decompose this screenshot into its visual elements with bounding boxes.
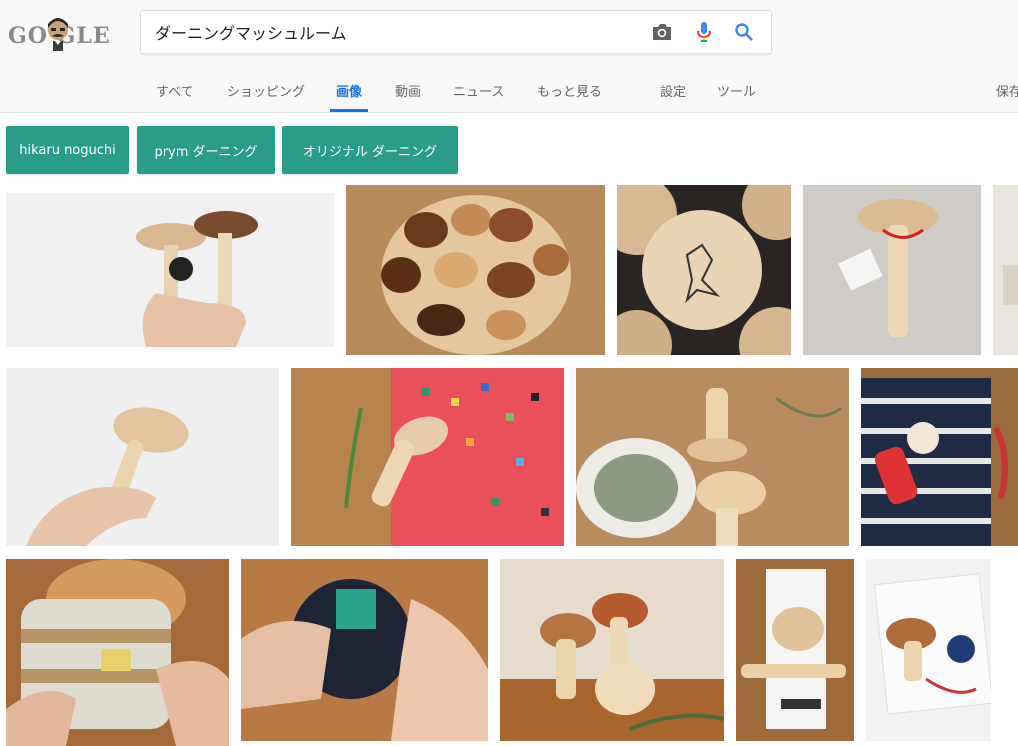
darning-denim-image (241, 559, 488, 741)
doodle-face-icon (48, 18, 68, 51)
tab-tools[interactable]: ツール (717, 70, 756, 112)
stamped-mushroom-top-image (617, 185, 791, 355)
image-result[interactable] (576, 368, 849, 546)
image-result[interactable] (6, 193, 334, 347)
kokeshi-on-striped-sock-image (861, 368, 1018, 546)
tab-shopping[interactable]: ショッピング (227, 70, 305, 112)
mushrooms-held-in-hand-image (6, 193, 334, 347)
google-doodle-logo[interactable]: GO GLE (8, 14, 120, 54)
search-icon[interactable] (733, 21, 755, 43)
chip-original-darning[interactable]: オリジナル ダーニング (282, 126, 458, 174)
image-result[interactable] (291, 368, 564, 546)
tab-news[interactable]: ニュース (453, 70, 504, 112)
tab-images[interactable]: 画像 (329, 70, 369, 112)
image-result[interactable] (993, 185, 1018, 355)
image-result[interactable] (6, 559, 229, 746)
mushroom-with-receipt-image (736, 559, 854, 741)
header: GO GLE すべて ショッピング 画像 動画 ニュース もっと見る 設定 ツ (0, 0, 1018, 113)
image-result[interactable] (6, 368, 279, 546)
image-result[interactable] (346, 185, 605, 355)
partial-image (993, 185, 1018, 355)
search-tabs: すべて ショッピング 画像 動画 ニュース もっと見る 設定 ツール 保存 (0, 70, 1018, 112)
mushroom-with-tag-image (803, 185, 981, 355)
tab-settings[interactable]: 設定 (660, 70, 686, 112)
two-mushrooms-on-table-image (500, 559, 724, 741)
tab-more[interactable]: もっと見る (537, 70, 602, 112)
image-result[interactable] (861, 368, 1018, 546)
darning-striped-sock-image (6, 559, 229, 746)
image-result[interactable] (617, 185, 791, 355)
mushroom-in-hand-image (6, 368, 279, 546)
camera-icon[interactable] (651, 21, 673, 43)
darned-red-fabric-image (291, 368, 564, 546)
image-result[interactable] (500, 559, 724, 741)
chip-hikaru-noguchi[interactable]: hikaru noguchi (6, 126, 129, 174)
image-result[interactable] (803, 185, 981, 355)
search-input[interactable] (155, 11, 625, 53)
tab-videos[interactable]: 動画 (395, 70, 421, 112)
mushroom-with-card-image (866, 559, 991, 741)
image-result[interactable] (241, 559, 488, 741)
search-box (140, 10, 772, 54)
mic-icon[interactable] (693, 21, 715, 43)
image-result[interactable] (736, 559, 854, 741)
tab-all[interactable]: すべて (156, 70, 194, 112)
chip-prym-darning[interactable]: prym ダーニング (137, 126, 275, 174)
image-result[interactable] (866, 559, 991, 741)
mushrooms-with-yarn-bowl-image (576, 368, 849, 546)
tab-saved[interactable]: 保存 (996, 70, 1018, 112)
bowl-of-mushrooms-image (346, 185, 605, 355)
